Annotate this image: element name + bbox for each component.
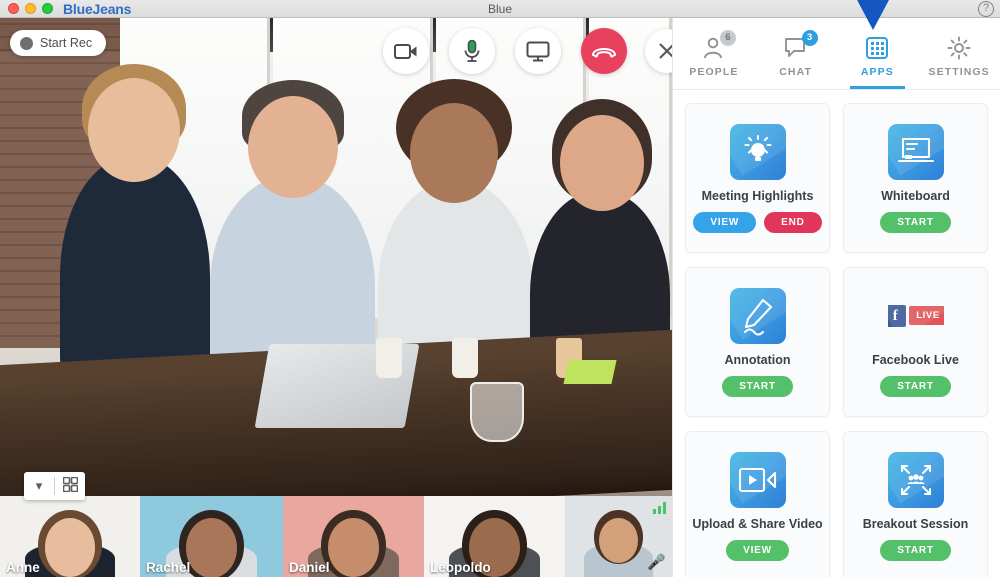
upload-share-video-view-button[interactable]: VIEW bbox=[726, 539, 789, 561]
thumbnail-face bbox=[599, 518, 638, 563]
facebook-live-start-button[interactable]: START bbox=[880, 375, 951, 397]
camera-toggle-button[interactable] bbox=[383, 28, 429, 74]
breakout-session-start-button[interactable]: START bbox=[880, 539, 951, 561]
signal-bars-icon bbox=[653, 502, 666, 514]
app-actions: START bbox=[722, 375, 793, 397]
app-actions: VIEW bbox=[726, 539, 789, 561]
monitor-icon bbox=[526, 41, 550, 61]
participant-name: Daniel bbox=[289, 560, 330, 575]
active-tab-underline bbox=[849, 86, 906, 89]
start-recording-button[interactable]: Start Rec bbox=[10, 30, 107, 56]
breakout-arrows-icon bbox=[887, 451, 944, 508]
screen-share-button[interactable] bbox=[515, 28, 561, 74]
tab-chat[interactable]: 3 CHAT bbox=[755, 18, 837, 89]
tab-label: CHAT bbox=[779, 66, 813, 78]
app-card-meeting-highlights[interactable]: Meeting Highlights VIEW END bbox=[685, 103, 830, 253]
window-title: Blue bbox=[487, 1, 513, 16]
tab-settings[interactable]: SETTINGS bbox=[918, 18, 1000, 89]
whiteboard-laptop-icon bbox=[887, 123, 944, 180]
apps-grid-icon bbox=[864, 35, 890, 61]
help-question-icon[interactable]: ? bbox=[978, 1, 994, 17]
tab-label: PEOPLE bbox=[689, 66, 739, 78]
app-title: Meeting Highlights bbox=[701, 188, 814, 203]
thumbnail-face bbox=[185, 518, 238, 577]
video-upload-icon bbox=[729, 451, 786, 508]
participant-thumbnail[interactable]: 🎤 bbox=[565, 496, 672, 577]
tab-label: APPS bbox=[860, 66, 894, 78]
app-title: Facebook Live bbox=[872, 352, 959, 367]
record-dot-icon bbox=[20, 36, 33, 50]
participant-name: Rachel bbox=[146, 560, 191, 575]
app-card-upload-share-video[interactable]: Upload & Share Video VIEW bbox=[685, 431, 830, 577]
main-video-stage bbox=[0, 18, 672, 496]
panel-tab-bar: 6 PEOPLE 3 CHAT APPS SETTINGS bbox=[673, 18, 1000, 90]
participant-thumbnail[interactable]: Anne bbox=[0, 496, 140, 577]
layout-view-toggle[interactable]: ▾ bbox=[24, 472, 85, 500]
apps-grid: Meeting Highlights VIEW END Whiteboard START… bbox=[673, 90, 1000, 577]
live-badge: LIVE bbox=[909, 306, 944, 325]
tab-label: SETTINGS bbox=[928, 66, 990, 78]
app-actions: START bbox=[880, 211, 951, 233]
tab-badge: 6 bbox=[719, 30, 736, 46]
participant-filmstrip[interactable]: Anne Rachel Daniel Leopoldo 🎤 bbox=[0, 496, 672, 577]
whiteboard-start-button[interactable]: START bbox=[880, 211, 951, 233]
app-title: Breakout Session bbox=[862, 516, 969, 531]
app-title: Annotation bbox=[724, 352, 791, 367]
chevron-down-icon[interactable]: ▾ bbox=[24, 478, 54, 494]
app-actions: START bbox=[880, 539, 951, 561]
app-card-annotation[interactable]: Annotation START bbox=[685, 267, 830, 417]
start-recording-label: Start Rec bbox=[40, 36, 93, 50]
meeting-controls-bar bbox=[383, 28, 627, 74]
app-actions: START bbox=[880, 375, 951, 397]
lightbulb-icon bbox=[729, 123, 786, 180]
window-title-bar: BlueJeans Blue ? bbox=[0, 0, 1000, 18]
hangup-button[interactable] bbox=[581, 28, 627, 74]
thumbnail-face bbox=[328, 518, 379, 577]
blue-arrow-pointer bbox=[856, 0, 890, 30]
microphone-green-icon: 🎤 bbox=[647, 554, 666, 571]
app-card-whiteboard[interactable]: Whiteboard START bbox=[843, 103, 988, 253]
participant-name: Anne bbox=[6, 560, 40, 575]
conference-room-video bbox=[0, 18, 672, 496]
thumbnail-face bbox=[44, 518, 96, 577]
app-card-facebook-live[interactable]: f LIVE Facebook Live START bbox=[843, 267, 988, 417]
meeting-highlights-end-button[interactable]: END bbox=[764, 211, 822, 233]
grid-view-icon[interactable] bbox=[55, 476, 85, 495]
participant-thumbnail[interactable]: Rachel bbox=[140, 496, 283, 577]
chat-bubble-icon: 3 bbox=[783, 30, 818, 61]
tab-badge: 3 bbox=[801, 30, 818, 46]
facebook-f-icon: f bbox=[887, 304, 907, 327]
facebook-live-icon: f LIVE bbox=[887, 288, 944, 344]
participant-name: Leopoldo bbox=[430, 560, 491, 575]
pencil-annotation-icon bbox=[729, 287, 786, 344]
annotation-start-button[interactable]: START bbox=[722, 375, 793, 397]
video-camera-icon bbox=[394, 43, 417, 59]
tab-people[interactable]: 6 PEOPLE bbox=[673, 18, 755, 89]
app-card-breakout-session[interactable]: Breakout Session START bbox=[843, 431, 988, 577]
participant-thumbnail[interactable]: Leopoldo bbox=[424, 496, 565, 577]
microphone-toggle-button[interactable] bbox=[449, 28, 495, 74]
person-icon: 6 bbox=[701, 30, 736, 61]
side-panel: 6 PEOPLE 3 CHAT APPS SETTINGS Meeting Highlig… bbox=[672, 18, 1000, 577]
microphone-icon bbox=[464, 39, 480, 62]
phone-hangup-icon bbox=[592, 48, 616, 58]
meeting-highlights-view-button[interactable]: VIEW bbox=[693, 211, 757, 233]
gear-icon bbox=[946, 35, 972, 61]
app-actions: VIEW END bbox=[693, 211, 822, 233]
participant-thumbnail[interactable]: Daniel bbox=[283, 496, 424, 577]
app-title: Whiteboard bbox=[881, 188, 950, 203]
app-title: Upload & Share Video bbox=[692, 516, 823, 531]
